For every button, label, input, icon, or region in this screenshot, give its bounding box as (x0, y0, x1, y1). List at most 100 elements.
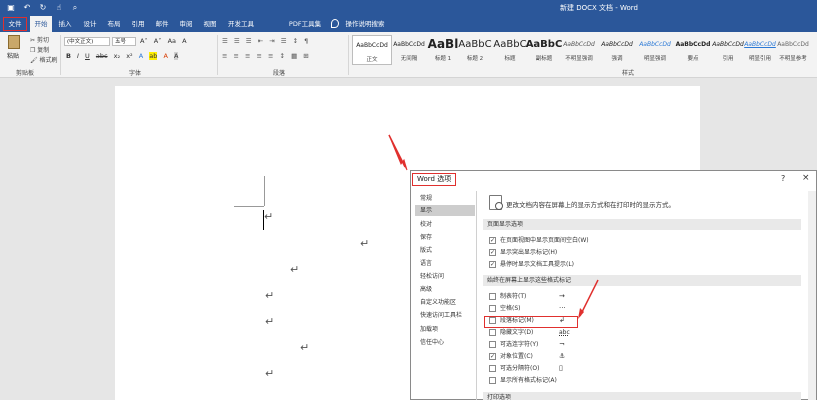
tab-mark-icon: → (559, 292, 565, 300)
nav-trust-center[interactable]: 信任中心 (415, 337, 475, 348)
style-normal[interactable]: AaBbCcDd 正文 (352, 35, 392, 65)
word-window: ▣ ↶ ↻ ☝ ⌕ 新建 DOCX 文档 - Word 文件 开始 插入 设计 … (0, 0, 817, 400)
style-strong[interactable]: AaBbCcDd 要点 (673, 35, 713, 65)
margin-corner-mark (234, 206, 264, 207)
style-sample: AaBbCcDd (639, 41, 671, 48)
char-shading-button[interactable]: A (173, 52, 179, 60)
touch-mode-icon[interactable]: ☝ (54, 2, 64, 13)
tab-layout[interactable]: 布局 (105, 16, 123, 32)
nav-quick-access-toolbar[interactable]: 快速访问工具栏 (415, 310, 475, 321)
tab-pdf-tools[interactable]: PDF工具集 (287, 16, 323, 32)
highlight-button[interactable]: ab (149, 52, 158, 60)
style-heading-2[interactable]: AaBbC 标题 2 (455, 35, 495, 65)
redo-icon[interactable]: ↻ (38, 2, 48, 13)
bold-button[interactable]: B (66, 52, 71, 60)
tab-mailings[interactable]: 邮件 (153, 16, 171, 32)
paste-icon[interactable] (8, 35, 20, 49)
dialog-title-bar[interactable]: Word 选项 ? × (411, 171, 816, 189)
checkbox[interactable] (489, 365, 496, 372)
option-optional-hyphens[interactable]: 可选连字符(Y) ¬ (489, 339, 789, 350)
checkbox[interactable] (489, 377, 496, 384)
checkbox[interactable]: ✓ (489, 237, 496, 244)
paragraph-mark: ↵ (265, 315, 275, 328)
page-display-section-header: 页面显示选项 (483, 219, 801, 230)
nav-add-ins[interactable]: 加载项 (415, 324, 475, 335)
paragraph-tools-row1[interactable]: ☰ ☰ ☰ ⇤ ⇥ ☰ ↕ ¶ (222, 37, 310, 45)
tab-home[interactable]: 开始 (30, 16, 52, 32)
nav-typography[interactable]: 版式 (415, 245, 475, 256)
cut-button[interactable]: ✂ 剪切 (30, 35, 49, 44)
strikethrough-button[interactable]: abc (96, 52, 108, 60)
option-show-highlighter[interactable]: ✓ 显示突出显示标记(H) (489, 247, 789, 258)
help-button[interactable]: ? (781, 174, 785, 183)
option-show-whitespace[interactable]: ✓ 在页面视图中显示页面间空白(W) (489, 235, 789, 246)
nav-customize-ribbon[interactable]: 自定义功能区 (415, 297, 475, 308)
checkbox[interactable] (489, 293, 496, 300)
change-case-button[interactable]: Aa (168, 37, 176, 45)
italic-button[interactable]: I (77, 52, 79, 60)
nav-proofing[interactable]: 校对 (415, 219, 475, 230)
style-name: 强调 (611, 56, 623, 62)
checkbox[interactable]: ✓ (489, 249, 496, 256)
format-painter-button[interactable]: 🖌 格式刷 (30, 55, 58, 64)
checkbox[interactable] (489, 341, 496, 348)
option-hidden-text[interactable]: 隐藏文字(D) abc (489, 327, 789, 338)
print-preview-icon[interactable]: ⌕ (70, 2, 80, 13)
option-optional-breaks[interactable]: 可选分隔符(O) ▯ (489, 363, 789, 374)
tell-me-search[interactable]: 操作说明搜索 (343, 16, 387, 32)
copy-button[interactable]: ❐ 复制 (30, 45, 49, 54)
shrink-font-button[interactable]: A˅ (154, 37, 162, 45)
nav-advanced[interactable]: 高级 (415, 284, 475, 295)
style-emphasis[interactable]: AaBbCcDd 强调 (597, 35, 637, 65)
content-scrollbar[interactable] (808, 191, 816, 400)
option-tab-characters[interactable]: 制表符(T) → (489, 291, 789, 302)
option-label: 显示所有格式标记(A) (500, 377, 557, 384)
superscript-button[interactable]: x² (126, 52, 132, 60)
grow-font-button[interactable]: A˄ (140, 37, 148, 45)
group-divider (217, 35, 218, 75)
tab-references[interactable]: 引用 (129, 16, 147, 32)
nav-language[interactable]: 语言 (415, 258, 475, 269)
checkbox[interactable]: ✓ (489, 261, 496, 268)
font-group-label: 字体 (129, 70, 142, 77)
checkbox[interactable]: ✓ (489, 353, 496, 360)
style-subtle-reference[interactable]: AaBbCcDd 不明显参考 (773, 35, 813, 65)
style-sample: AaBbCcDd (563, 41, 595, 48)
tab-review[interactable]: 审阅 (177, 16, 195, 32)
option-spaces[interactable]: 空格(S) ··· (489, 303, 789, 314)
undo-icon[interactable]: ↶ (22, 2, 32, 13)
tab-view[interactable]: 视图 (201, 16, 219, 32)
style-intense-emphasis[interactable]: AaBbCcDd 明显强调 (635, 35, 675, 65)
paragraph-tools-row2[interactable]: ≡ ≡ ≡ ≡ ≡ ↕ ▦ ⊞ (222, 52, 311, 60)
text-effects-button[interactable]: A (139, 52, 143, 60)
paste-button[interactable]: 粘贴 (7, 51, 19, 60)
nav-accessibility[interactable]: 轻松访问 (415, 271, 475, 282)
nav-general[interactable]: 常规 (415, 193, 475, 204)
checkbox[interactable] (489, 329, 496, 336)
option-label: 显示突出显示标记(H) (500, 249, 558, 256)
tab-file[interactable]: 文件 (3, 17, 27, 31)
option-show-tooltips[interactable]: ✓ 悬停时显示文档工具提示(L) (489, 259, 789, 270)
option-show-all-marks[interactable]: 显示所有格式标记(A) (489, 375, 789, 386)
save-icon[interactable]: ▣ (6, 2, 16, 13)
title-bar: ▣ ↶ ↻ ☝ ⌕ 新建 DOCX 文档 - Word (0, 0, 817, 16)
clear-format-button[interactable]: A (182, 37, 186, 45)
option-label: 悬停时显示文档工具提示(L) (500, 261, 575, 268)
tab-developer[interactable]: 开发工具 (226, 16, 256, 32)
options-nav: 常规 显示 校对 保存 版式 语言 轻松访问 高级 自定义功能区 快速访问工具栏… (415, 191, 477, 400)
style-subtitle[interactable]: AaBbC 副标题 (524, 35, 564, 65)
copy-label: 复制 (37, 47, 50, 54)
font-color-button[interactable]: A (163, 52, 167, 60)
font-size-select[interactable]: 五号 (112, 37, 136, 46)
checkbox[interactable] (489, 305, 496, 312)
option-object-anchors[interactable]: ✓ 对象位置(C) ⚓ (489, 351, 789, 362)
nav-save[interactable]: 保存 (415, 232, 475, 243)
close-button[interactable]: × (802, 173, 810, 183)
tab-design[interactable]: 设计 (81, 16, 99, 32)
underline-button[interactable]: U (85, 52, 90, 60)
font-name-select[interactable]: (中文正文) (64, 37, 110, 46)
nav-display[interactable]: 显示 (415, 205, 475, 216)
style-subtle-emphasis[interactable]: AaBbCcDd 不明显强调 (559, 35, 599, 65)
subscript-button[interactable]: x₂ (114, 52, 120, 60)
tab-insert[interactable]: 插入 (56, 16, 74, 32)
